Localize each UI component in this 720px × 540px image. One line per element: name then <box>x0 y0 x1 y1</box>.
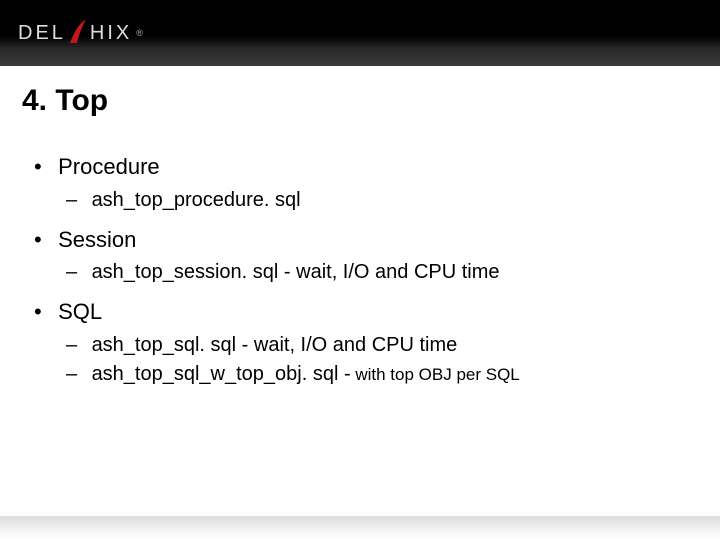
sub-list-item: ash_top_procedure. sql <box>66 186 698 215</box>
sub-list-item: ash_top_session. sql - wait, I/O and CPU… <box>66 258 698 287</box>
sub-list-text: ash_top_procedure. sql <box>92 189 301 211</box>
slide-content: 4. Top Procedure ash_top_procedure. sql … <box>0 66 720 516</box>
brand-name-left: DEL <box>18 22 66 45</box>
sub-list: ash_top_sql. sql - wait, I/O and CPU tim… <box>36 331 698 389</box>
brand-name-right: HIX <box>90 22 132 45</box>
slide: DEL HIX ® 4. Top Procedure ash_top_proce… <box>0 0 720 540</box>
list-item: Procedure ash_top_procedure. sql <box>36 152 698 215</box>
sub-list: ash_top_session. sql - wait, I/O and CPU… <box>36 258 698 287</box>
sub-list-text: ash_top_sql_w_top_obj. sql - <box>92 363 351 385</box>
list-item-label: SQL <box>58 299 102 324</box>
header-bar: DEL HIX ® <box>0 0 720 66</box>
sub-list-text: ash_top_sql. sql - wait, I/O and CPU tim… <box>92 334 458 356</box>
list-item-label: Procedure <box>58 154 160 179</box>
swoosh-icon <box>64 17 92 45</box>
sub-list-item: ash_top_sql_w_top_obj. sql - with top OB… <box>66 360 698 389</box>
sub-list-item: ash_top_sql. sql - wait, I/O and CPU tim… <box>66 331 698 360</box>
list-item-label: Session <box>58 227 136 252</box>
slide-title: 4. Top <box>22 84 698 118</box>
brand-logo: DEL HIX ® <box>18 19 143 47</box>
list-item: SQL ash_top_sql. sql - wait, I/O and CPU… <box>36 297 698 389</box>
registered-mark: ® <box>136 28 143 38</box>
footer-bar <box>0 516 720 540</box>
sub-list-note: with top OBJ per SQL <box>351 365 520 384</box>
list-item: Session ash_top_session. sql - wait, I/O… <box>36 225 698 288</box>
sub-list: ash_top_procedure. sql <box>36 186 698 215</box>
bullet-list: Procedure ash_top_procedure. sql Session… <box>22 152 698 389</box>
sub-list-text: ash_top_session. sql - wait, I/O and CPU… <box>92 261 500 283</box>
